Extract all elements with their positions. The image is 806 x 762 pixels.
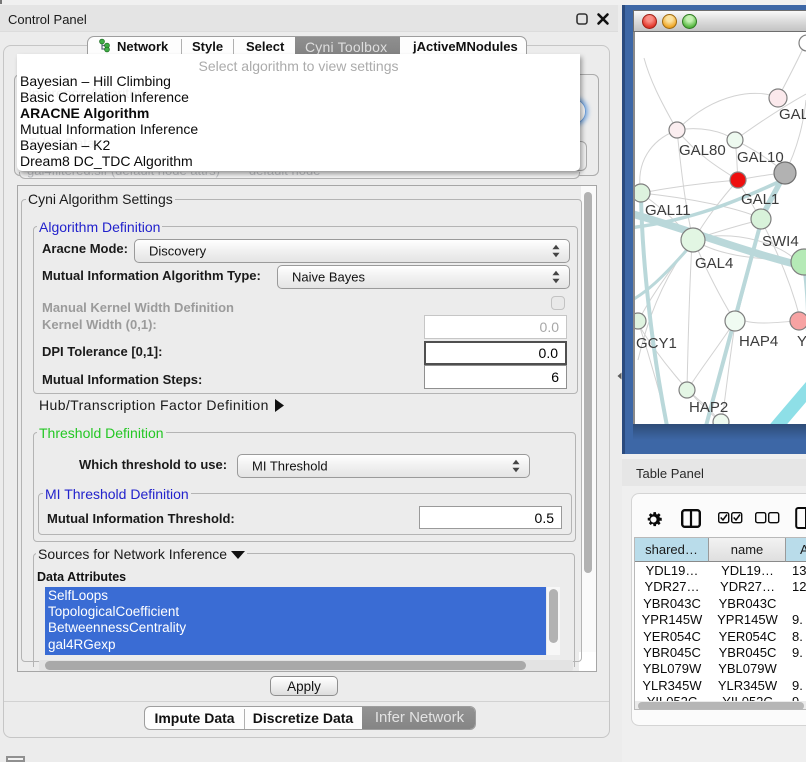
svg-text:GAL1: GAL1 <box>741 191 779 208</box>
svg-text:SWI4: SWI4 <box>762 233 799 250</box>
svg-text:Y: Y <box>797 333 806 350</box>
svg-text:HAP4: HAP4 <box>739 333 778 350</box>
svg-text:GCY1: GCY1 <box>636 335 677 352</box>
svg-text:GAL7: GAL7 <box>779 106 806 123</box>
svg-text:HAP2: HAP2 <box>689 399 728 416</box>
svg-text:GAL4: GAL4 <box>695 255 733 272</box>
svg-text:GAL11: GAL11 <box>645 202 691 219</box>
svg-text:GAL80: GAL80 <box>679 142 726 159</box>
svg-text:GAL10: GAL10 <box>737 149 784 166</box>
